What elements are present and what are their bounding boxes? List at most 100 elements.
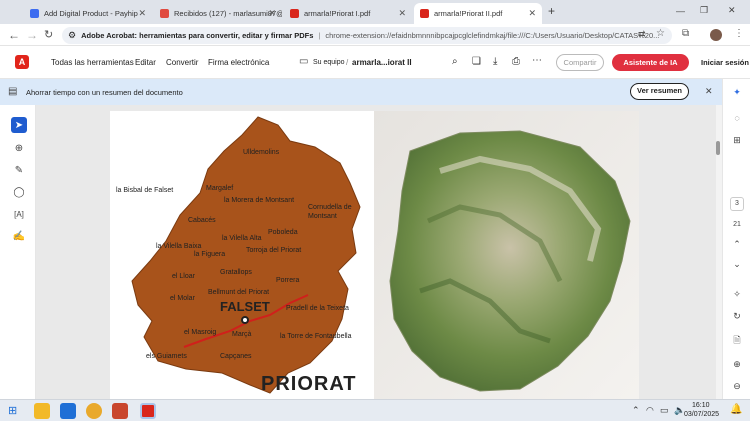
translate-icon[interactable]: ⇄ (638, 29, 646, 40)
summary-banner: ▤ Ahorrar tiempo con un resumen del docu… (0, 79, 722, 105)
close-icon[interactable]: ✕ (268, 8, 276, 19)
file-name[interactable]: armarla...iorat II (352, 58, 412, 67)
tab-payhip[interactable]: Add Digital Product - Payhip ✕ (24, 3, 152, 24)
breadcrumb-root[interactable]: Su equipo (313, 59, 345, 66)
menu-all-tools[interactable]: Todas las herramientas (51, 58, 134, 67)
sign-in-button[interactable]: Iniciar sesión (701, 58, 749, 67)
pages-icon[interactable]: ❏ (472, 56, 481, 67)
close-icon[interactable]: ✕ (138, 8, 146, 19)
close-window-icon[interactable]: ✕ (728, 5, 736, 16)
clock-date[interactable]: 03/07/2025 (684, 411, 719, 418)
wifi-icon[interactable]: ◠ (646, 405, 654, 416)
town-label: Cornudella de Montsant (308, 204, 352, 220)
profile-avatar[interactable] (710, 29, 722, 41)
left-toolbar: ➤ ⊕ ✎ ◯ [A] ✍ (0, 105, 36, 399)
text-tool-icon[interactable]: [A] (11, 206, 27, 222)
comment-tool-icon[interactable]: ⊕ (11, 140, 27, 156)
comment-icon[interactable]: ◌ (731, 113, 743, 123)
doc-icon[interactable]: 🗎 (731, 333, 743, 349)
chevron-down-icon[interactable]: ⌄ (731, 259, 743, 270)
extensions-icon[interactable]: ⧉ (682, 28, 689, 39)
chevron-up-icon[interactable]: ⌃ (632, 405, 640, 416)
town-label: la Bisbal de Falset (116, 187, 174, 194)
reload-icon[interactable]: ↻ (44, 28, 53, 41)
summary-icon: ▤ (8, 86, 18, 97)
page-total: 21 (733, 221, 741, 228)
town-label: Gratallops (220, 269, 252, 276)
menu-edit[interactable]: Editar (135, 58, 156, 67)
pen-tool-icon[interactable]: ✎ (11, 162, 27, 178)
tab-gmail[interactable]: Recibidos (127) - marlasumi87@ ✕ (154, 3, 282, 24)
lasso-tool-icon[interactable]: ◯ (11, 184, 27, 200)
pdf-favicon (290, 9, 299, 18)
url-text: chrome-extension://efaidnbmnnnibpcajpcgl… (325, 31, 660, 40)
scroll-thumb[interactable] (716, 141, 720, 155)
chevron-up-icon[interactable]: ⌃ (731, 239, 743, 250)
browser-tab-strip: Add Digital Product - Payhip ✕ Recibidos… (0, 0, 750, 24)
site-info-icon[interactable]: ⚙ (68, 30, 76, 41)
search-icon[interactable]: ⌕ (452, 56, 458, 67)
tab-label: armarla!Priorat II.pdf (434, 9, 503, 18)
tab-pdf-2[interactable]: armarla!Priorat II.pdf ✕ (414, 3, 542, 24)
priorat-map (131, 111, 639, 399)
sign-tool-icon[interactable]: ✍ (11, 228, 27, 244)
town-label: la Figuera (194, 251, 226, 258)
menu-convert[interactable]: Convertir (166, 58, 198, 67)
battery-icon[interactable]: ▭ (660, 405, 669, 416)
forward-icon[interactable]: → (26, 28, 38, 42)
tab-label: Add Digital Product - Payhip (44, 9, 138, 18)
town-label: la Torre de Fontaubella (280, 333, 352, 340)
zoom-out-icon[interactable]: ⊖ (731, 381, 743, 392)
more-options-icon[interactable]: ⋯ (532, 55, 542, 66)
capital-marker (241, 316, 249, 324)
new-tab-button[interactable]: + (548, 4, 555, 18)
ai-panel-icon[interactable]: ✦ (731, 87, 743, 98)
capital-label: FALSET (220, 299, 270, 314)
payhip-favicon (30, 9, 39, 18)
acrobat-toolbar: A Todas las herramientas Editar Converti… (0, 46, 750, 79)
tab-pdf-1[interactable]: armarla!Priorat I.pdf ✕ (284, 3, 412, 24)
right-panel: ✦ ◌ ⊞ 3 21 ⌃ ⌄ ✧ ↻ 🗎 ⊕ ⊖ (722, 79, 750, 399)
town-label: el Masroig (184, 329, 217, 336)
town-label: Bellmunt del Priorat (208, 289, 270, 296)
restore-icon[interactable]: ❐ (700, 5, 708, 16)
windows-taskbar: ⊞ ⌃ ◠ ▭ 🔈 16:10 03/07/2025 🔔 (0, 399, 750, 421)
town-label: Capçanes (220, 353, 252, 360)
select-tool-icon[interactable]: ➤ (11, 117, 27, 133)
town-label: la Vilella Baixa (156, 243, 202, 250)
download-icon[interactable]: ⤓ (493, 56, 497, 67)
acrobat-logo-icon: A (15, 55, 29, 69)
rotate-icon[interactable]: ↻ (731, 311, 743, 322)
town-label: Porrera (276, 277, 300, 284)
grid-icon[interactable]: ⊞ (731, 135, 743, 146)
back-icon[interactable]: ← (8, 28, 20, 42)
town-label: el Lloar (172, 273, 195, 280)
url-field[interactable]: ⚙ Adobe Acrobat: herramientas para conve… (62, 27, 672, 44)
computer-icon: ▭ (299, 56, 309, 67)
minimize-icon[interactable]: — (676, 6, 685, 16)
bookmark-star-icon[interactable]: ☆ (656, 28, 665, 39)
windows-start-icon[interactable]: ⊞ (8, 404, 17, 417)
share-button[interactable]: Compartir (556, 54, 604, 71)
file-explorer-icon[interactable] (34, 403, 50, 419)
more-menu-icon[interactable]: ⋮ (734, 28, 744, 39)
close-icon[interactable]: ✕ (398, 8, 406, 19)
ai-assistant-button[interactable]: Asistente de IA (612, 54, 689, 71)
zoom-in-icon[interactable]: ⊕ (731, 359, 743, 370)
powerpoint-icon[interactable] (112, 403, 128, 419)
close-icon[interactable]: ✕ (528, 8, 536, 19)
region-shape (131, 116, 361, 394)
view-summary-button[interactable]: Ver resumen (630, 83, 689, 100)
clock-time[interactable]: 16:10 (692, 402, 710, 409)
menu-esign[interactable]: Firma electrónica (208, 58, 269, 67)
outlook-icon[interactable] (60, 403, 76, 419)
ai-sparkle-icon[interactable]: ✧ (731, 289, 743, 300)
town-label: Pradell de la Teixeta (286, 305, 349, 312)
print-icon[interactable]: ⎙ (512, 56, 520, 67)
chrome-icon[interactable] (86, 403, 102, 419)
close-banner-icon[interactable]: ✕ (705, 86, 713, 97)
acrobat-taskbar-icon[interactable] (140, 403, 156, 419)
notification-icon[interactable]: 🔔 (730, 404, 742, 415)
town-label: Torroja del Priorat (246, 247, 302, 254)
page-number-field[interactable]: 3 (730, 197, 744, 211)
